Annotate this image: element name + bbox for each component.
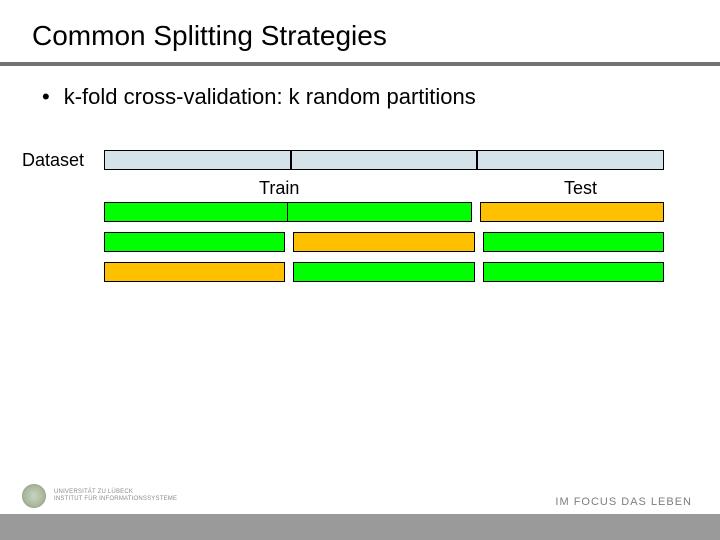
fold-row: [104, 262, 664, 282]
slide: Common Splitting Strategies • k-fold cro…: [0, 0, 720, 540]
university-text: UNIVERSITÄT ZU LÜBECK INSTITUT FÜR INFOR…: [54, 489, 177, 502]
university-seal-icon: [22, 484, 46, 508]
fold-row-3: [104, 262, 664, 282]
train-label: Train: [259, 178, 299, 199]
test-segment: [480, 202, 664, 222]
bullet-dot: •: [42, 84, 50, 110]
dataset-segment: [477, 150, 664, 170]
content-area: • k-fold cross-validation: k random part…: [0, 66, 720, 110]
train-segment: [104, 202, 287, 222]
dataset-label: Dataset: [22, 150, 84, 171]
train-segment: [483, 262, 664, 282]
fold-row: [104, 202, 664, 222]
university-name: UNIVERSITÄT ZU LÜBECK: [54, 489, 177, 496]
motto-text: IM FOCUS DAS LEBEN: [555, 496, 692, 508]
university-block: UNIVERSITÄT ZU LÜBECK INSTITUT FÜR INFOR…: [22, 484, 177, 508]
train-segment: [483, 232, 664, 252]
dataset-segment: [104, 150, 291, 170]
test-label: Test: [564, 178, 597, 199]
institute-name: INSTITUT FÜR INFORMATIONSSYSTEME: [54, 496, 177, 503]
fold-row: [104, 232, 664, 252]
train-segment: [104, 232, 285, 252]
footer-bar: [0, 514, 720, 540]
bullet-item: • k-fold cross-validation: k random part…: [32, 84, 688, 110]
dataset-segment: [291, 150, 478, 170]
train-test-labels: Train Test: [104, 178, 664, 200]
fold-row-2: [104, 232, 664, 252]
test-segment: [293, 232, 474, 252]
bullet-text: k-fold cross-validation: k random partit…: [64, 84, 476, 110]
slide-title: Common Splitting Strategies: [0, 0, 720, 62]
test-segment: [104, 262, 285, 282]
train-segment: [293, 262, 474, 282]
train-segment: [287, 202, 471, 222]
fold-row-1: [104, 202, 664, 222]
dataset-bar: [104, 150, 664, 170]
